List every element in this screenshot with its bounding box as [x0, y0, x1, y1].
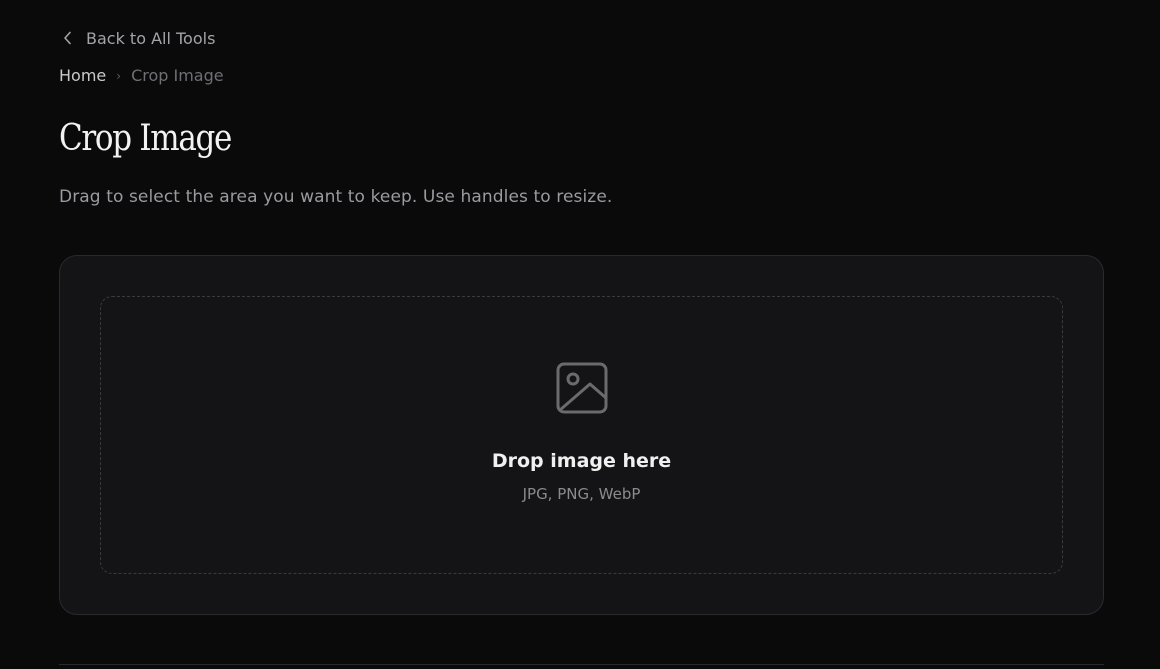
back-link-label: Back to All Tools [86, 28, 216, 48]
dropzone-title: Drop image here [491, 450, 672, 472]
chevron-left-icon [62, 28, 74, 48]
breadcrumb-current: Crop Image [131, 66, 224, 85]
back-to-tools-link[interactable]: Back to All Tools [62, 28, 215, 48]
page-title: Crop Image [59, 118, 232, 159]
image-icon [556, 362, 608, 414]
breadcrumb-home[interactable]: Home [59, 66, 106, 85]
dropzone-formats: JPG, PNG, WebP [522, 485, 641, 503]
section-divider [59, 664, 1104, 665]
image-dropzone[interactable]: Drop image here JPG, PNG, WebP [100, 296, 1063, 574]
breadcrumb: Home › Crop Image [59, 66, 224, 85]
breadcrumb-separator: › [116, 68, 122, 83]
upload-card: Drop image here JPG, PNG, WebP [59, 255, 1104, 615]
crop-image-page: Back to All Tools Home › Crop Image Crop… [0, 0, 1160, 669]
page-subtitle: Drag to select the area you want to keep… [59, 187, 613, 207]
